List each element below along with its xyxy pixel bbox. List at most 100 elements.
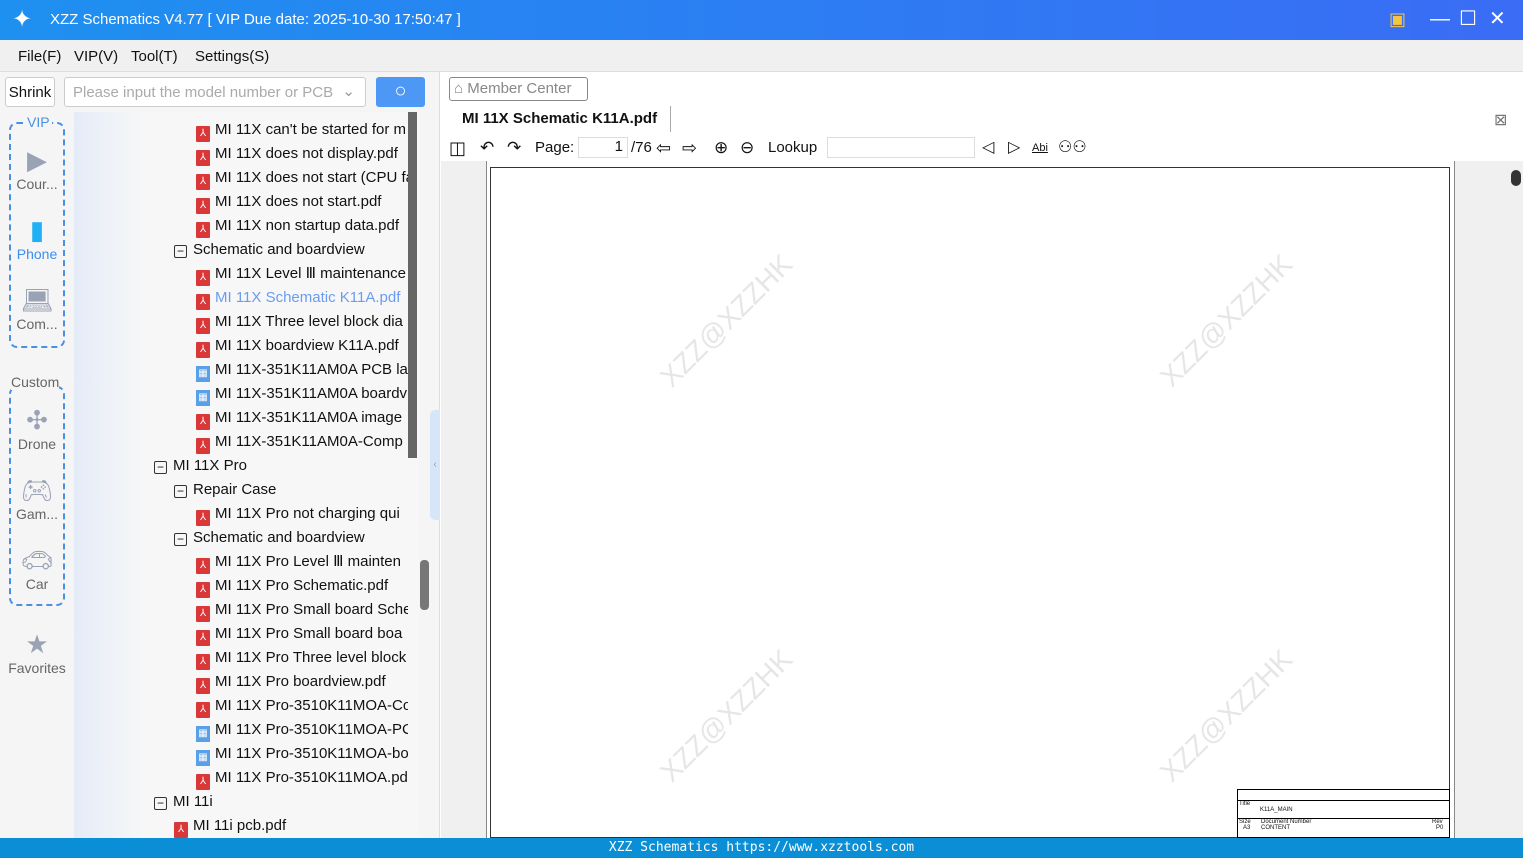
- tree-file[interactable]: ⅄ MI 11X-351K11AM0A image: [196, 406, 408, 430]
- maximize-button[interactable]: ☐: [1459, 6, 1477, 32]
- find-prev-icon[interactable]: ◁: [982, 137, 994, 159]
- tree-file[interactable]: ⅄ MI 11X boardview K11A.pdf: [196, 334, 408, 358]
- tree-file[interactable]: ⅄ MI 11X Three level block dia: [196, 310, 408, 334]
- vip-bag-icon[interactable]: ▣: [1389, 6, 1406, 32]
- title-bar: ✦ XZZ Schematics V4.77 [ VIP Due date: 2…: [0, 0, 1523, 40]
- nav-computer[interactable]: 💻︎ Com...: [0, 284, 74, 332]
- minimize-button[interactable]: —: [1430, 6, 1450, 32]
- lookup-input[interactable]: [827, 137, 975, 158]
- tree-item-label: MI 11X Pro-3510K11MOA-PC: [215, 721, 408, 738]
- zoom-in-icon[interactable]: ⊕: [714, 137, 728, 159]
- tree-folder[interactable]: − Schematic and boardview: [174, 526, 408, 550]
- tree-file[interactable]: ⅄ MI 11i pcb.pdf: [174, 814, 408, 838]
- tree-item-label: MI 11X Level Ⅲ maintenance: [215, 265, 407, 282]
- match-word-icon[interactable]: Abi: [1032, 137, 1048, 159]
- pdf-file-icon: ⅄: [196, 198, 210, 214]
- pdf-file-icon: ⅄: [196, 702, 210, 718]
- nav-drone[interactable]: ✣ Drone: [0, 404, 74, 452]
- pdf-file-icon: ⅄: [196, 438, 210, 454]
- page-input[interactable]: 1: [578, 137, 628, 158]
- tree-file[interactable]: ⅄ MI 11X does not start (CPU fa: [196, 166, 408, 190]
- viewer-scrollbar[interactable]: [1511, 170, 1521, 186]
- pdf-file-icon: ⅄: [196, 270, 210, 286]
- tree-file[interactable]: ▦ MI 11X-351K11AM0A PCB la: [196, 358, 408, 382]
- tree-file[interactable]: ⅄ MI 11X Pro Schematic.pdf: [196, 574, 408, 598]
- collapse-panel-handle[interactable]: ‹: [430, 410, 440, 520]
- tree-item-label: Repair Case: [193, 481, 277, 498]
- pdf-file-icon: ⅄: [196, 342, 210, 358]
- play-icon: ▶: [27, 145, 47, 175]
- tree-file[interactable]: ⅄ MI 11X Pro Three level block: [196, 646, 408, 670]
- pdf-file-icon: ⅄: [196, 606, 210, 622]
- zoom-out-icon[interactable]: ⊖: [740, 137, 754, 159]
- tree-file[interactable]: ⅄ MI 11X Pro Level Ⅲ mainten: [196, 550, 408, 574]
- pcb-file-icon: ▦: [196, 726, 210, 742]
- tree-file[interactable]: ⅄ MI 11X Pro boardview.pdf: [196, 670, 408, 694]
- tree-file[interactable]: ⅄ MI 11X Schematic K11A.pdf: [196, 286, 408, 310]
- category-nav: VIP ▶ Cour... ▮ Phone 💻︎ Com... Custom ✣ Dro…: [0, 112, 74, 838]
- tree-file[interactable]: ⅄ MI 11X Pro Small board Sche: [196, 598, 408, 622]
- tree-file[interactable]: ⅄ MI 11X does not display.pdf: [196, 142, 408, 166]
- app-logo-icon: ✦: [12, 6, 33, 33]
- tree-file[interactable]: ⅄ MI 11X Pro not charging qui: [196, 502, 408, 526]
- nav-label: Phone: [16, 246, 58, 262]
- menu-file[interactable]: File(F): [18, 48, 61, 65]
- page-label: Page:: [535, 139, 575, 156]
- tree-file[interactable]: ⅄ MI 11X Level Ⅲ maintenance: [196, 262, 408, 286]
- close-tab-icon[interactable]: ⊠: [1494, 110, 1507, 130]
- prev-page-icon[interactable]: ⇦: [656, 137, 671, 159]
- nav-label: Com...: [16, 316, 58, 332]
- menu-tool[interactable]: Tool(T): [131, 48, 178, 65]
- menu-vip[interactable]: VIP(V): [74, 48, 118, 65]
- tree-file[interactable]: ⅄ MI 11X non startup data.pdf: [196, 214, 408, 238]
- chevron-down-icon[interactable]: ⌄: [342, 82, 355, 100]
- close-button[interactable]: ✕: [1489, 6, 1506, 32]
- pdf-file-icon: ⅄: [196, 558, 210, 574]
- tree-file[interactable]: ⅄ MI 11X Pro Small board boa: [196, 622, 408, 646]
- star-icon: ★: [25, 629, 49, 659]
- two-page-icon[interactable]: ◫: [449, 137, 466, 159]
- tree-folder[interactable]: − MI 11i: [154, 790, 408, 814]
- tree-folder[interactable]: − MI 11X Pro: [154, 454, 408, 478]
- pdf-file-icon: ⅄: [196, 174, 210, 190]
- tree-item-label: MI 11X-351K11AM0A image: [215, 409, 403, 426]
- tab-document[interactable]: MI 11X Schematic K11A.pdf: [449, 106, 672, 132]
- shrink-button[interactable]: Shrink: [5, 77, 55, 107]
- search-input[interactable]: Please input the model number or PCB ⌄: [64, 77, 366, 107]
- find-next-icon[interactable]: ▷: [1008, 137, 1020, 159]
- binoculars-icon[interactable]: ⚇⚇: [1058, 137, 1087, 159]
- tree-item-label: MI 11X Pro Three level block: [215, 649, 407, 666]
- pdf-file-icon: ⅄: [196, 126, 210, 142]
- search-placeholder: Please input the model number or PCB: [73, 84, 334, 101]
- tree-item-label: MI 11X Pro Level Ⅲ mainten: [215, 553, 401, 570]
- pdf-file-icon: ⅄: [196, 414, 210, 430]
- tree-file[interactable]: ▦ MI 11X Pro-3510K11MOA-PC: [196, 718, 408, 742]
- next-page-icon[interactable]: ⇨: [682, 137, 697, 159]
- member-center-button[interactable]: ⌂ Member Center: [449, 77, 588, 101]
- tree-item-label: MI 11X does not start (CPU fa: [215, 169, 408, 186]
- nav-label: Car: [25, 576, 49, 592]
- tree-folder[interactable]: − Schematic and boardview: [174, 238, 408, 262]
- member-center-label: Member Center: [467, 80, 572, 97]
- nav-car[interactable]: 🚗︎ Car: [0, 544, 74, 592]
- tree-file[interactable]: ⅄ MI 11X does not start.pdf: [196, 190, 408, 214]
- tree-file[interactable]: ▦ MI 11X Pro-3510K11MOA-bo: [196, 742, 408, 766]
- tree-file[interactable]: ⅄ MI 11X Pro-3510K11MOA.pd: [196, 766, 408, 790]
- panel-scrollbar[interactable]: [420, 560, 429, 610]
- tree-item-label: MI 11X Pro Small board Sche: [215, 601, 408, 618]
- rotate-right-icon[interactable]: ↷: [507, 137, 521, 159]
- menu-settings[interactable]: Settings(S): [195, 48, 269, 65]
- rotate-left-icon[interactable]: ↶: [480, 137, 494, 159]
- page-border: [490, 167, 1450, 838]
- nav-game[interactable]: 🎮︎ Gam...: [0, 474, 74, 522]
- tree-file[interactable]: ▦ MI 11X-351K11AM0A boardv: [196, 382, 408, 406]
- search-button[interactable]: ○: [376, 77, 425, 107]
- tree-file[interactable]: ⅄ MI 11X can't be started for m: [196, 118, 408, 142]
- nav-course[interactable]: ▶ Cour...: [0, 144, 74, 192]
- tree-folder[interactable]: − Repair Case: [174, 478, 408, 502]
- tree-scrollbar[interactable]: [408, 112, 417, 458]
- nav-favorites[interactable]: ★ Favorites: [0, 628, 74, 676]
- tree-file[interactable]: ⅄ MI 11X Pro-3510K11MOA-Co: [196, 694, 408, 718]
- nav-phone[interactable]: ▮ Phone: [0, 214, 74, 262]
- tree-file[interactable]: ⅄ MI 11X-351K11AM0A-Comp: [196, 430, 408, 454]
